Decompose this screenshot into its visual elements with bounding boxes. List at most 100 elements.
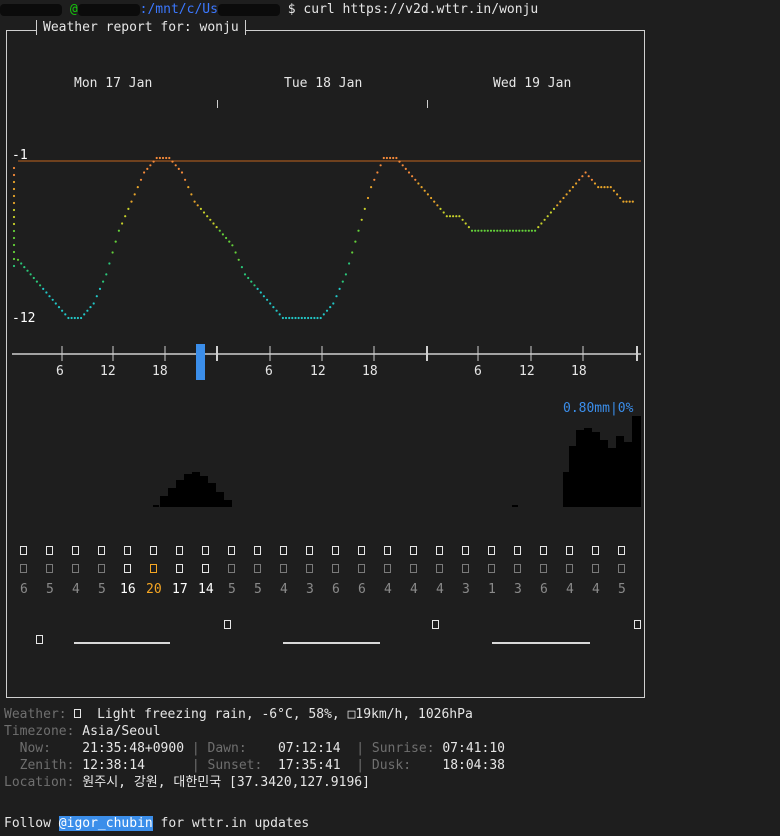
temperature-point <box>442 211 445 214</box>
temperature-point <box>590 178 594 181</box>
temperature-point <box>332 302 335 305</box>
temperature-point <box>578 178 581 181</box>
temperature-point <box>16 258 20 261</box>
temperature-point <box>165 156 168 160</box>
temperature-point <box>508 229 511 232</box>
weather-glyph-icon <box>306 546 313 555</box>
precip-bar <box>184 474 192 507</box>
temperature-point <box>486 229 489 232</box>
temperature-point <box>86 309 89 312</box>
temperature-series <box>12 156 634 320</box>
weather-glyph-icon <box>280 564 287 573</box>
temperature-point <box>464 222 467 225</box>
temperature-point <box>540 222 543 225</box>
dawn-label: Dawn: <box>207 741 247 756</box>
temperature-point <box>253 284 256 287</box>
temperature-point <box>76 316 79 320</box>
moon-icon <box>634 620 641 629</box>
precip-bar <box>600 440 608 507</box>
hour-tick: 12 <box>100 364 116 379</box>
precip-bar <box>584 428 592 507</box>
now-label: Now: <box>19 741 51 756</box>
temperature-point <box>105 273 108 276</box>
temperature-point <box>612 189 616 192</box>
temperature-point <box>385 156 388 160</box>
temperature-point <box>366 196 370 200</box>
y-axis-dot <box>12 208 16 212</box>
temperature-point <box>376 171 379 174</box>
temperature-point <box>35 280 39 283</box>
temperature-point <box>234 251 237 254</box>
temperature-point <box>67 316 70 320</box>
weather-label: Weather: <box>4 707 67 722</box>
weather-glyph-icon <box>98 564 105 573</box>
temperature-point <box>250 280 253 283</box>
precip-bar <box>563 472 569 507</box>
temperature-point <box>139 178 143 181</box>
weather-glyph-icon <box>514 546 521 555</box>
temperature-point <box>480 229 483 232</box>
precip-bar <box>216 492 224 507</box>
temperature-point <box>530 229 534 232</box>
temperature-point <box>499 229 502 232</box>
temperature-point <box>335 295 338 298</box>
temperature-point <box>215 226 218 229</box>
temperature-point <box>505 229 508 232</box>
temperature-point <box>448 215 452 218</box>
temperature-point <box>284 316 288 320</box>
temperature-point <box>146 167 149 170</box>
temperature-point <box>392 156 395 160</box>
weather-glyph-icon <box>462 546 469 555</box>
twitter-handle-link[interactable]: @igor_chubin <box>58 816 153 831</box>
temperature-point <box>401 164 404 167</box>
temperature-point <box>417 182 420 185</box>
wind-speed-value: 4 <box>384 582 392 597</box>
weather-glyph-icon <box>384 564 391 573</box>
temperature-point <box>395 156 398 160</box>
temperature-point <box>600 186 603 189</box>
weather-glyph-icon <box>332 546 339 555</box>
temperature-point <box>158 156 161 160</box>
temperature-point <box>237 258 240 261</box>
temperature-point <box>609 186 612 189</box>
location-value: 원주시, 강원, 대한민국 [37.3420,127.9196] <box>82 775 370 790</box>
wind-speed-value: 3 <box>514 582 522 597</box>
hour-tick: 6 <box>265 364 273 379</box>
temperature-point <box>73 316 76 320</box>
wind-speed-value: 16 <box>120 582 136 597</box>
weather-glyph-icon <box>566 546 573 555</box>
temperature-point <box>155 156 158 160</box>
temperature-point <box>524 229 527 232</box>
precip-bar <box>632 416 641 507</box>
temperature-point <box>430 196 433 200</box>
weather-glyph-icon <box>46 564 53 573</box>
weather-glyph-icon <box>514 564 521 573</box>
current-conditions: Weather: Light freezing rain, -6°C, 58%,… <box>4 707 505 790</box>
temperature-point <box>603 186 606 189</box>
weather-glyph-icon <box>592 546 599 555</box>
temperature-point <box>281 316 284 320</box>
temperature-point <box>39 284 42 287</box>
dusk-value: 18:04:38 <box>442 758 505 773</box>
temperature-point <box>278 313 281 316</box>
sunrise-value: 07:41:10 <box>442 741 505 756</box>
temperature-point <box>593 182 597 185</box>
wind-speed-value: 4 <box>566 582 574 597</box>
precip-bar <box>168 488 176 507</box>
temperature-point <box>616 193 619 196</box>
temperature-point <box>256 287 259 290</box>
temperature-point <box>325 309 329 312</box>
hour-tick: 12 <box>310 364 326 379</box>
temperature-point <box>29 273 32 276</box>
weather-glyph-icon <box>254 564 261 573</box>
hour-tick: 18 <box>571 364 587 379</box>
temperature-point <box>357 229 360 232</box>
weather-glyph-icon <box>202 546 209 555</box>
hour-tick: 18 <box>152 364 168 379</box>
moon-icon <box>432 620 439 629</box>
y-axis-dot <box>12 173 16 177</box>
temperature-point <box>168 156 171 160</box>
temperature-point <box>439 207 442 210</box>
temperature-point <box>461 218 464 221</box>
sunset-value: 17:35:41 <box>277 758 341 773</box>
